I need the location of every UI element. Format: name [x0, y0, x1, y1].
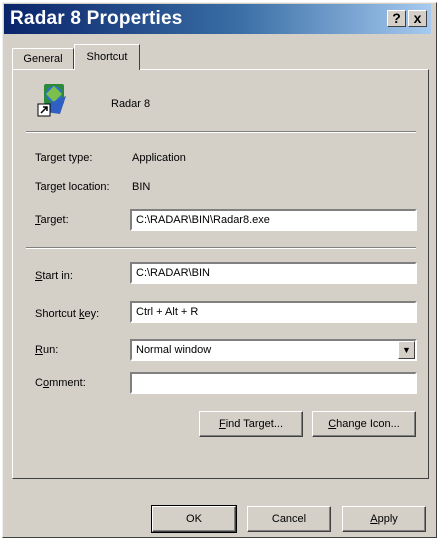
- tab-shortcut[interactable]: Shortcut: [74, 44, 140, 70]
- title-bar[interactable]: Radar 8 Properties ? x: [4, 4, 431, 34]
- change-icon-button[interactable]: Change Icon...: [312, 411, 416, 437]
- run-selected-value: Normal window: [136, 344, 212, 356]
- run-label: Run:: [35, 344, 59, 356]
- target-field[interactable]: C:\RADAR\BIN\Radar8.exe: [130, 209, 417, 231]
- help-button[interactable]: ?: [387, 10, 406, 27]
- app-name: Radar 8: [111, 98, 151, 110]
- shortcut-key-field[interactable]: Ctrl + Alt + R: [130, 301, 417, 323]
- find-target-button[interactable]: Find Target...: [199, 411, 303, 437]
- divider: [26, 131, 416, 133]
- target-type-label: Target type:: [35, 152, 93, 164]
- comment-field[interactable]: [130, 372, 417, 394]
- ok-button[interactable]: OK: [152, 506, 236, 532]
- close-button[interactable]: x: [408, 10, 427, 27]
- start-in-label: Start in:: [35, 270, 73, 282]
- target-location-value: BIN: [132, 181, 151, 193]
- run-select[interactable]: Normal window ▼: [130, 339, 417, 361]
- apply-button[interactable]: Apply: [342, 506, 426, 532]
- start-in-field[interactable]: C:\RADAR\BIN: [130, 262, 417, 284]
- target-location-label: Target location:: [35, 181, 110, 193]
- cancel-button[interactable]: Cancel: [247, 506, 331, 532]
- divider: [26, 247, 416, 249]
- target-label: Target:: [35, 214, 69, 226]
- window-title: Radar 8 Properties: [10, 8, 183, 29]
- comment-label: Comment:: [35, 377, 86, 389]
- chevron-down-icon[interactable]: ▼: [398, 341, 415, 359]
- shortcut-app-icon: [37, 84, 66, 117]
- tab-general[interactable]: General: [12, 48, 74, 70]
- target-type-value: Application: [132, 152, 186, 164]
- tab-strip: General Shortcut: [12, 44, 412, 70]
- shortcut-key-label: Shortcut key:: [35, 308, 100, 320]
